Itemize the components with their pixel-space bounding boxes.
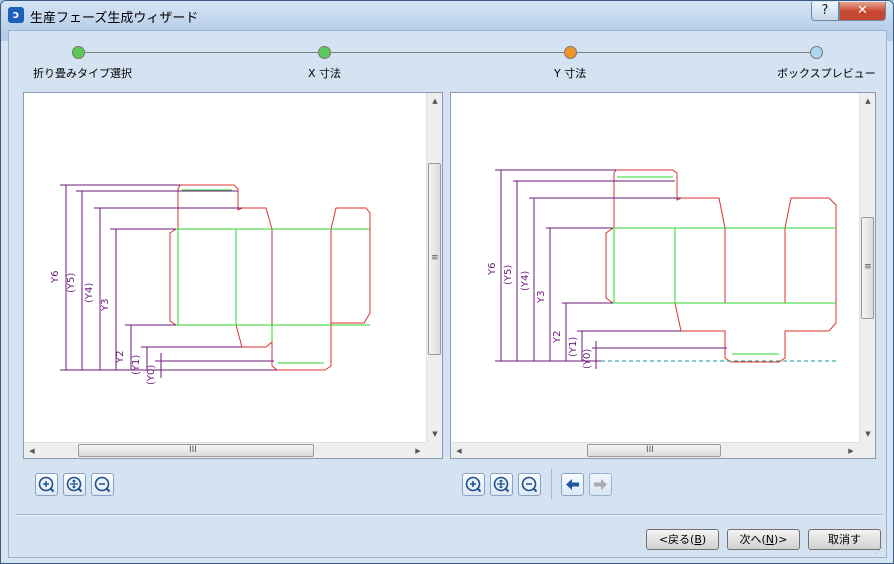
scroll-left-icon[interactable]: ◀	[24, 443, 40, 459]
zoom-fit-icon	[66, 476, 83, 493]
next-button-key: N	[765, 533, 774, 546]
right-dim-label-y6: Y6	[487, 263, 498, 276]
right-dim-label-y1: (Y1)	[568, 337, 579, 357]
scroll-up-icon[interactable]: ▲	[860, 93, 876, 109]
left-dim-label-y3: Y3	[100, 299, 111, 312]
previous-view-button[interactable]	[561, 473, 584, 496]
wizard-body: 折り畳みタイプ選択 X 寸法 Y 寸法 ボックスプレビュー Y6 (Y5) (Y…	[8, 30, 887, 558]
step-connector	[85, 52, 324, 53]
next-view-button[interactable]	[589, 473, 612, 496]
back-button-label: <戻る(	[658, 533, 695, 546]
zoom-fit-icon	[493, 476, 510, 493]
left-dieline-drawing: Y6 (Y5) (Y4) Y3 Y2 (Y1) (Y0)	[50, 184, 371, 385]
toolbar-separator	[551, 469, 552, 499]
right-dim-label-y4: (Y4)	[520, 271, 531, 291]
scroll-down-icon[interactable]: ▼	[860, 426, 876, 442]
zoom-in-icon	[38, 476, 55, 493]
left-dim-label-y4: (Y4)	[84, 283, 95, 303]
right-dim-label-y5: (Y5)	[503, 265, 514, 285]
title-bar[interactable]: ↄ 生産フェーズ生成ウィザード ? ✕	[1, 1, 893, 29]
cancel-button[interactable]: 取消す	[808, 529, 881, 550]
left-dim-label-y5: (Y5)	[66, 273, 77, 293]
left-zoom-out-button[interactable]	[91, 473, 114, 496]
close-button[interactable]: ✕	[839, 2, 886, 21]
left-vertical-scrollbar[interactable]: ▲ ≡ ▼	[426, 93, 442, 442]
forward-arrow-icon	[594, 479, 607, 490]
scroll-corner	[859, 442, 875, 458]
left-dim-label-y0: (Y0)	[146, 365, 157, 385]
step-dot-x-dimension	[318, 46, 331, 59]
scroll-right-icon[interactable]: ▶	[410, 443, 426, 459]
step-label-box-preview: ボックスプレビュー	[777, 67, 876, 80]
step-indicator: 折り畳みタイプ選択 X 寸法 Y 寸法 ボックスプレビュー	[9, 31, 888, 87]
back-button-suffix: )	[701, 533, 707, 546]
left-hscroll-thumb[interactable]: III	[78, 444, 314, 457]
left-dim-label-y6: Y6	[50, 271, 61, 284]
left-vscroll-thumb[interactable]: ≡	[428, 163, 441, 355]
step-label-fold-type: 折り畳みタイプ選択	[33, 67, 132, 80]
scroll-down-icon[interactable]: ▼	[427, 426, 443, 442]
step-connector	[577, 52, 817, 53]
right-hscroll-thumb[interactable]: III	[587, 444, 721, 457]
vscroll-grip: ≡	[431, 253, 439, 263]
next-button-label: 次へ(	[739, 533, 766, 546]
left-dim-label-y1: (Y1)	[131, 355, 142, 375]
right-vertical-scrollbar[interactable]: ▲ ≡ ▼	[859, 93, 875, 442]
app-logo-icon: ↄ	[8, 7, 24, 23]
right-zoom-out-button[interactable]	[518, 473, 541, 496]
left-zoom-fit-button[interactable]	[63, 473, 86, 496]
scroll-left-icon[interactable]: ◀	[451, 443, 467, 459]
help-button[interactable]: ?	[811, 2, 839, 21]
step-dot-y-dimension	[564, 46, 577, 59]
wizard-window: ↄ 生産フェーズ生成ウィザード ? ✕ 折り畳みタイプ選択 X 寸法 Y 寸法 …	[0, 0, 894, 564]
footer-divider	[17, 514, 882, 515]
next-button[interactable]: 次へ(N)>	[727, 529, 800, 550]
back-button[interactable]: <戻る(B)	[646, 529, 719, 550]
step-label-y-dimension: Y 寸法	[554, 67, 587, 80]
right-dim-label-y0: (Y0)	[582, 349, 593, 369]
scroll-corner	[426, 442, 442, 458]
left-preview-panel: Y6 (Y5) (Y4) Y3 Y2 (Y1) (Y0) ▲ ≡ ▼ ◀ III…	[23, 92, 443, 459]
hscroll-grip: III	[646, 445, 654, 455]
left-zoom-in-button[interactable]	[35, 473, 58, 496]
zoom-out-icon	[94, 476, 111, 493]
right-zoom-fit-button[interactable]	[490, 473, 513, 496]
scroll-up-icon[interactable]: ▲	[427, 93, 443, 109]
back-button-key: B	[694, 533, 702, 546]
zoom-in-icon	[465, 476, 482, 493]
right-preview-panel: Y6 (Y5) (Y4) Y3 Y2 (Y1) (Y0) ▲ ≡ ▼ ◀ III…	[450, 92, 876, 459]
zoom-out-icon	[521, 476, 538, 493]
right-dieline-drawing: Y6 (Y5) (Y4) Y3 Y2 (Y1) (Y0)	[487, 169, 837, 369]
left-preview-canvas[interactable]: Y6 (Y5) (Y4) Y3 Y2 (Y1) (Y0)	[24, 93, 426, 442]
left-horizontal-scrollbar[interactable]: ◀ III ▶	[24, 442, 426, 458]
window-title: 生産フェーズ生成ウィザード	[30, 11, 199, 26]
step-connector	[331, 52, 570, 53]
left-dim-label-y2: Y2	[115, 351, 126, 364]
step-dot-box-preview	[810, 46, 823, 59]
right-horizontal-scrollbar[interactable]: ◀ III ▶	[451, 442, 859, 458]
right-dim-label-y2: Y2	[552, 331, 563, 344]
step-dot-fold-type	[72, 46, 85, 59]
right-vscroll-thumb[interactable]: ≡	[861, 217, 874, 319]
vscroll-grip: ≡	[864, 262, 872, 272]
back-arrow-icon	[566, 479, 579, 490]
step-label-x-dimension: X 寸法	[308, 67, 342, 80]
resize-grip-icon[interactable]: ⋰	[875, 547, 885, 557]
next-button-suffix: )>	[774, 533, 788, 546]
right-zoom-in-button[interactable]	[462, 473, 485, 496]
scroll-right-icon[interactable]: ▶	[843, 443, 859, 459]
hscroll-grip: III	[189, 445, 197, 455]
right-dim-label-y3: Y3	[536, 291, 547, 304]
right-preview-canvas[interactable]: Y6 (Y5) (Y4) Y3 Y2 (Y1) (Y0)	[451, 93, 859, 442]
